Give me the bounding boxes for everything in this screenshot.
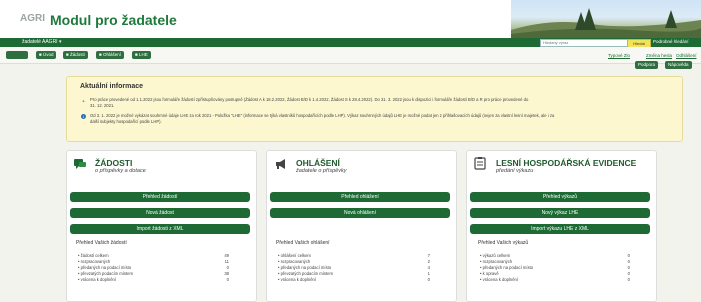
list-item-value: 1 [427,271,430,276]
list-item-value: 4 [427,265,430,270]
list-item-value: 0 [427,277,430,282]
app-title: Modul pro žadatele [50,12,177,28]
info-line-4: další subjekty hospodařící podle LHP). [90,119,162,124]
list-item-value: 0 [627,271,630,276]
link-typove[interactable]: Typové Zlo [608,53,630,58]
card-notifications-subtitle: žadatele o příspěvky [296,168,347,174]
import-application-button[interactable]: Import žádosti z XML [70,224,250,234]
megaphone-icon [276,159,285,169]
card-forest-records-subtitle: předání výkazu [496,168,534,174]
reports-overview-button[interactable]: Přehled výkazů [470,192,650,202]
card-applications-subtitle: o příspěvky a dotace [95,168,146,174]
list-item-value: 2 [427,259,430,264]
list-item: • rozpracovaných [78,259,111,264]
list-item-value: 7 [427,253,430,258]
list-item-value: 0 [226,277,229,282]
info-icon: i [81,114,86,119]
header-landscape-image [511,0,701,38]
list-item-value: 0 [226,265,229,270]
nav-button-notifications[interactable]: ■ Ohlášení [96,51,124,59]
nav-button-home[interactable]: ■ Úvod [36,51,57,59]
chat-icon [74,159,86,169]
notifications-overview-title: Přehled Vašich ohlášení [276,240,330,246]
logo[interactable]: AGRI [20,13,45,24]
list-item-value: 11 [224,259,229,264]
link-change-password[interactable]: Změna hesla [646,53,672,58]
nav-back-button[interactable] [6,51,28,59]
new-report-button[interactable]: Nový výkaz LHE [470,208,650,218]
link-logout[interactable]: Odhlášení [676,53,697,58]
list-item: • k opravě [480,271,499,276]
list-item-value: 0 [627,253,630,258]
list-item: • vrácena k doplnění [480,277,519,282]
card-notifications-title: OHLÁŠENÍ [296,158,340,168]
list-item-value: 49 [224,253,229,258]
list-item: • předaných na podací místo [278,265,332,270]
list-item: • převzatých podacím místem [78,271,134,276]
list-item: • rozpracovaných [480,259,513,264]
list-item: • vrácena k doplnění [78,277,117,282]
warning-icon: ▲ [81,98,86,103]
import-report-button[interactable]: Import výkazu LHE z XML [470,224,650,234]
card-applications-title: ŽÁDOSTI [95,158,133,168]
search-input[interactable] [540,38,628,47]
advanced-search-link[interactable]: Podrobné hledání [653,39,689,44]
info-panel [66,76,683,142]
header: AGRI Modul pro žadatele [0,0,701,38]
list-item: • převzatých podacím místem [278,271,334,276]
user-menu-link[interactable]: žadatelé AAGRI ▾ [22,39,61,45]
list-item: • předaných na podací místo [78,265,132,270]
nav-button-applications[interactable]: ■ Žádosti [63,51,88,59]
info-line-2: 31. 12. 2021. [90,103,115,108]
list-item: • ohlášení celkem [278,253,311,258]
help-button[interactable]: Nápověda [665,61,692,69]
list-item-value: 0 [627,265,630,270]
applications-overview-title: Přehled Vašich žádostí [76,240,127,246]
list-item-value: 38 [224,271,229,276]
clipboard-icon [474,157,486,170]
new-notification-button[interactable]: Nová ohlášení [270,208,450,218]
list-item: • výkazů celkem [480,253,511,258]
list-item: • rozpracovaných [278,259,311,264]
list-item-value: 0 [627,259,630,264]
list-item-value: 0 [627,277,630,282]
list-item: • vrácena k doplnění [278,277,317,282]
notifications-overview-button[interactable]: Přehled ohlášení [270,192,450,202]
info-title: Aktuální informace [80,83,144,90]
reports-overview-title: Přehled Vašich výkazů [478,240,529,246]
list-item: • žádostí celkem [78,253,109,258]
card-forest-records-title: LESNÍ HOSPODÁŘSKÁ EVIDENCE [496,158,637,168]
new-application-button[interactable]: Nová žádost [70,208,250,218]
list-item: • předaných na podací místo [480,265,534,270]
applications-overview-button[interactable]: Přehled žádostí [70,192,250,202]
support-button[interactable]: Podpora [635,61,659,69]
nav-button-lhe[interactable]: ■ LHE [132,51,151,59]
